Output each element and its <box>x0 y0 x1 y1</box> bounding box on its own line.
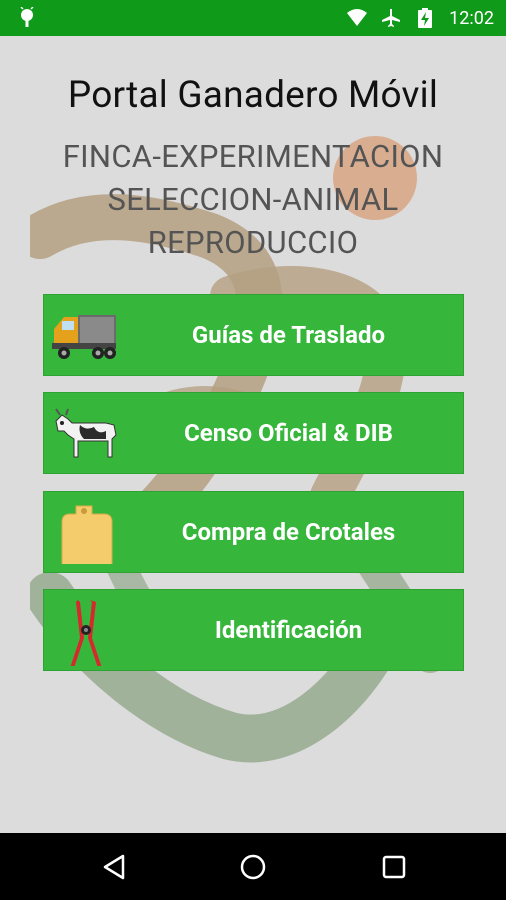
status-time: 12:02 <box>449 7 494 29</box>
censo-oficial-button[interactable]: Censo Oficial & DIB <box>43 392 464 474</box>
identificacion-button[interactable]: Identificación <box>43 589 464 671</box>
navigation-bar <box>0 833 506 900</box>
subtitle-line-1: FINCA-EXPERIMENTACION <box>62 138 444 175</box>
airplane-icon <box>382 9 401 27</box>
guias-de-traslado-button[interactable]: Guías de Traslado <box>43 294 464 376</box>
home-icon[interactable] <box>239 853 267 881</box>
guias-de-traslado-label: Guías de Traslado <box>191 321 386 349</box>
compra-de-crotales-button[interactable]: Compra de Crotales <box>43 491 464 573</box>
subtitle-line-2: SELECCION-ANIMAL <box>107 181 399 218</box>
censo-oficial-label: Censo Oficial & DIB <box>184 419 393 447</box>
compra-de-crotales-label: Compra de Crotales <box>181 518 396 546</box>
back-icon[interactable] <box>101 853 129 881</box>
status-bar: 12:02 <box>0 0 506 36</box>
ear-tag-icon <box>61 505 113 564</box>
identificacion-label: Identificación <box>214 616 363 644</box>
cow-icon <box>55 408 117 458</box>
tag-applicator-icon <box>70 600 102 666</box>
subtitle-line-3: REPRODUCCIO <box>147 224 359 261</box>
truck-icon <box>52 315 116 359</box>
battery-charging-icon <box>418 8 433 28</box>
recents-icon[interactable] <box>380 853 408 881</box>
page-subtitle: FINCA-EXPERIMENTACION SELECCION-ANIMAL R… <box>0 135 506 264</box>
page-title: Portal Ganadero Móvil <box>67 74 439 117</box>
android-icon <box>20 7 34 27</box>
wifi-icon <box>347 9 368 26</box>
